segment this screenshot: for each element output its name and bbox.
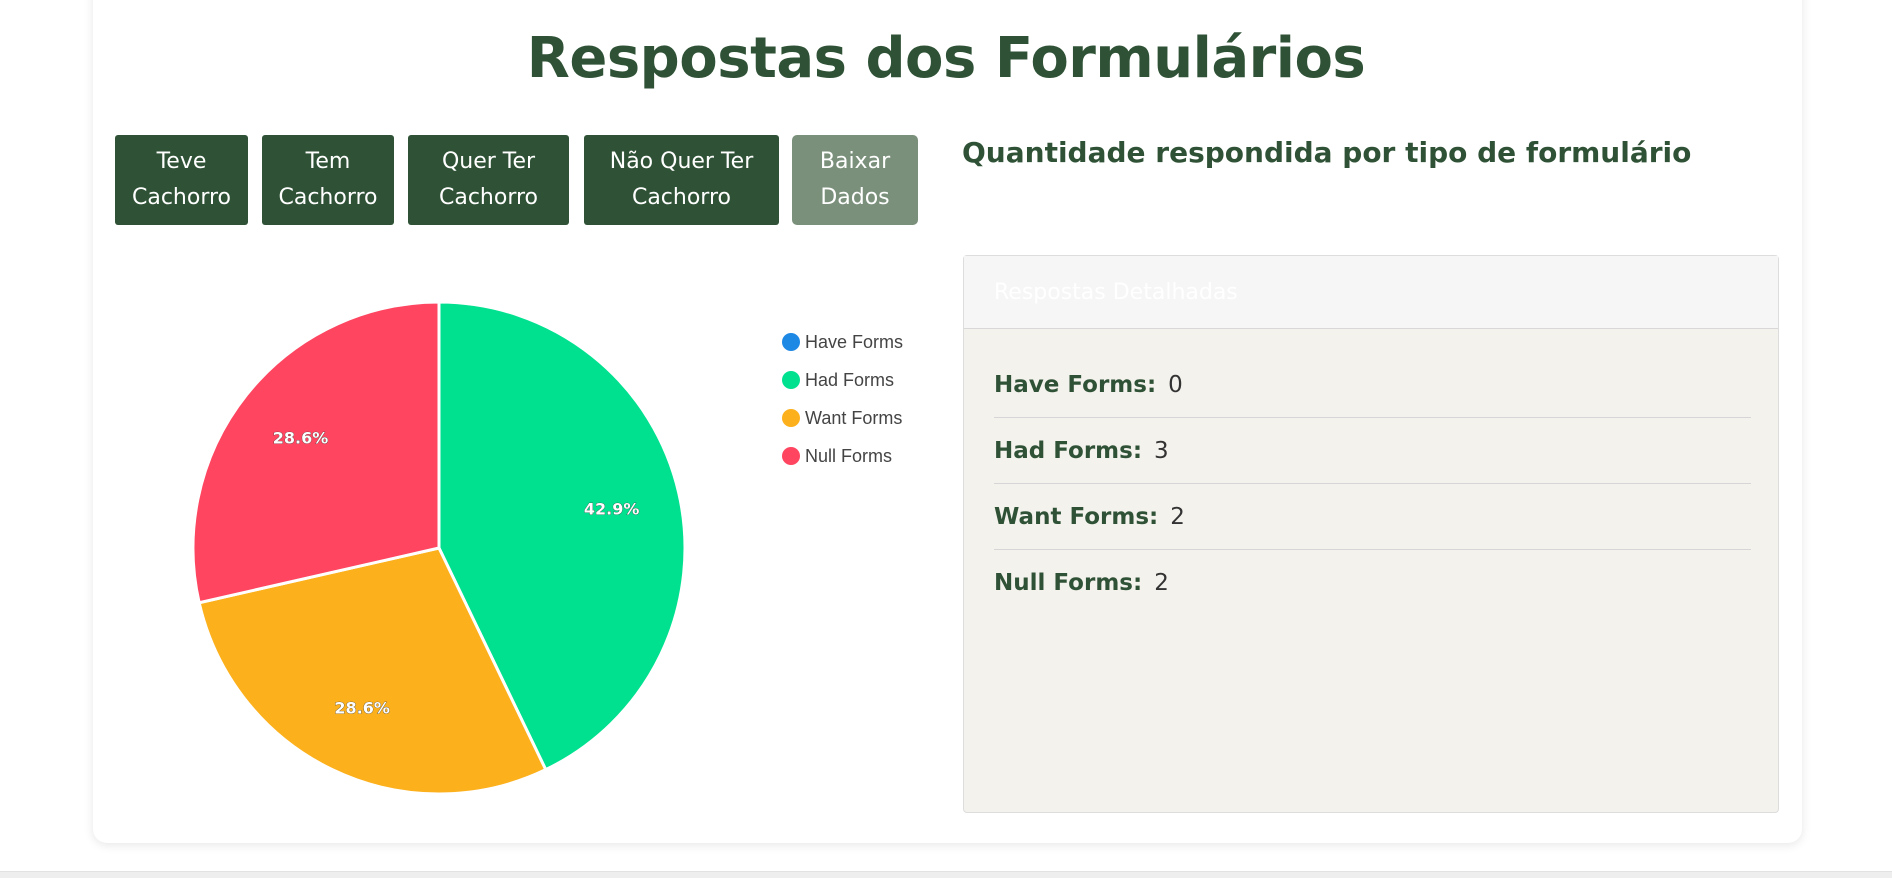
detail-row-have: Have Forms: 0 bbox=[994, 352, 1751, 418]
pie-data-label: 28.6% bbox=[273, 429, 329, 448]
detail-row-had: Had Forms: 3 bbox=[994, 418, 1751, 484]
legend-item[interactable]: Have Forms bbox=[805, 332, 903, 352]
detail-value: 3 bbox=[1154, 437, 1169, 464]
detail-label: Want Forms: bbox=[994, 503, 1159, 530]
legend-item[interactable]: Want Forms bbox=[805, 408, 902, 428]
detail-label: Have Forms: bbox=[994, 371, 1157, 398]
pie-slice-null-forms[interactable] bbox=[191, 300, 441, 605]
panel-header: Respostas Detalhadas bbox=[964, 256, 1778, 329]
detail-row-want: Want Forms: 2 bbox=[994, 484, 1751, 550]
legend-item[interactable]: Null Forms bbox=[805, 446, 892, 466]
detail-label: Null Forms: bbox=[994, 570, 1143, 596]
legend-marker[interactable] bbox=[782, 447, 800, 465]
legend-marker[interactable] bbox=[782, 371, 800, 389]
detail-value: 0 bbox=[1168, 371, 1183, 398]
details-panel: Respostas Detalhadas Have Forms: 0 Had F… bbox=[963, 255, 1779, 813]
detail-value: 2 bbox=[1170, 503, 1185, 530]
detail-label: Had Forms: bbox=[994, 437, 1143, 464]
legend-marker[interactable] bbox=[782, 409, 800, 427]
legend-item[interactable]: Had Forms bbox=[805, 370, 894, 390]
legend-marker[interactable] bbox=[782, 333, 800, 351]
pie-data-label: 42.9% bbox=[584, 500, 640, 519]
detail-row-null: Null Forms: 2 bbox=[994, 550, 1751, 616]
pie-data-label: 28.6% bbox=[334, 699, 390, 718]
section-title: Quantidade respondida por tipo de formul… bbox=[962, 136, 1692, 169]
detail-list: Have Forms: 0 Had Forms: 3 Want Forms: 2… bbox=[994, 352, 1751, 616]
pie-chart: 42.9% 28.6% 28.6% Have Forms Had Forms Want F… bbox=[191, 300, 903, 796]
detail-value: 2 bbox=[1154, 570, 1169, 596]
